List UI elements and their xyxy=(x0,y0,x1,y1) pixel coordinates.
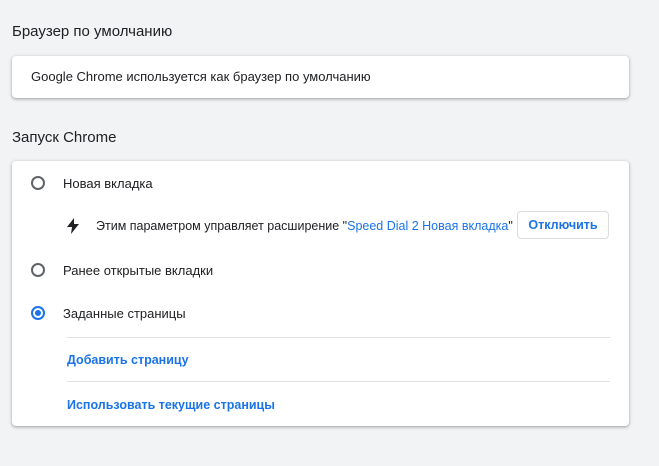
divider xyxy=(67,381,610,382)
divider xyxy=(67,337,610,338)
radio-button-continue[interactable] xyxy=(31,263,45,277)
default-browser-heading: Браузер по умолчанию xyxy=(12,23,173,40)
default-browser-card: Google Chrome используется как браузер п… xyxy=(12,56,629,98)
extension-notice: Этим параметром управляет расширение "Sp… xyxy=(12,210,629,242)
radio-button-new-tab[interactable] xyxy=(31,176,45,190)
lightning-bolt-icon xyxy=(67,218,79,234)
extension-name-link[interactable]: Speed Dial 2 Новая вкладка xyxy=(347,219,508,233)
radio-button-specific-pages[interactable] xyxy=(31,306,45,320)
radio-option-continue[interactable]: Ранее открытые вкладки xyxy=(12,255,629,285)
radio-option-new-tab[interactable]: Новая вкладка xyxy=(12,168,629,198)
extension-notice-suffix: " xyxy=(508,219,513,233)
startup-heading: Запуск Chrome xyxy=(12,129,117,146)
startup-card: Новая вкладка Этим параметром управляет … xyxy=(12,161,629,426)
disable-extension-button[interactable]: Отключить xyxy=(517,211,609,239)
extension-notice-text: Этим параметром управляет расширение "Sp… xyxy=(96,219,513,233)
radio-label-new-tab: Новая вкладка xyxy=(63,175,153,191)
add-page-link[interactable]: Добавить страницу xyxy=(67,353,189,367)
extension-notice-prefix: Этим параметром управляет расширение " xyxy=(96,219,348,233)
use-current-pages-link[interactable]: Использовать текущие страницы xyxy=(67,398,275,412)
radio-option-specific-pages[interactable]: Заданные страницы xyxy=(12,298,629,328)
radio-label-continue: Ранее открытые вкладки xyxy=(63,262,214,278)
default-browser-status: Google Chrome используется как браузер п… xyxy=(31,69,371,84)
radio-label-specific-pages: Заданные страницы xyxy=(63,305,186,321)
